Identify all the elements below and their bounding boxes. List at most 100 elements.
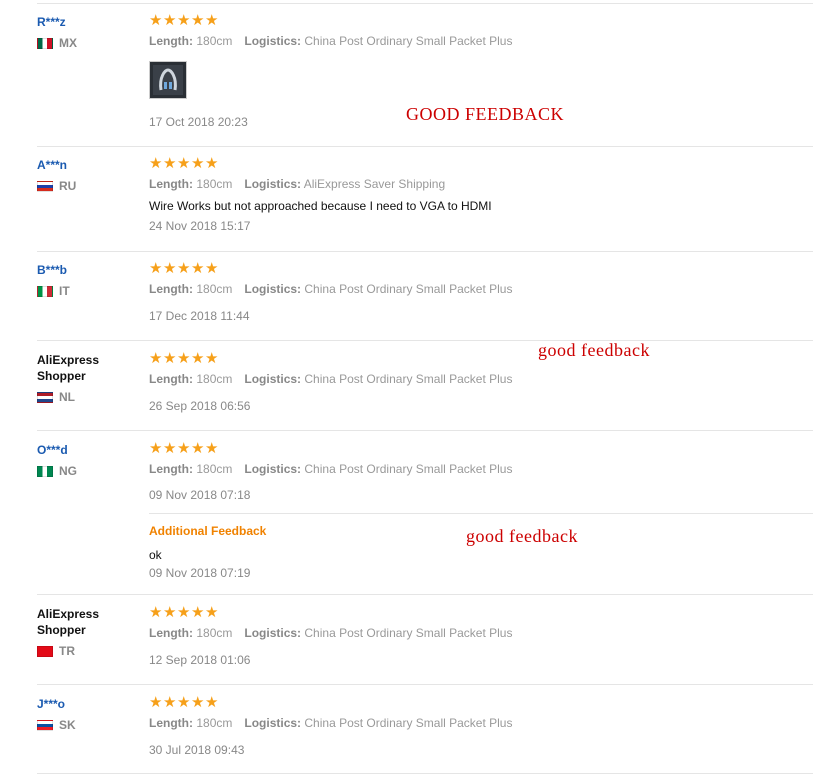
length-value: 180cm: [196, 462, 233, 476]
star-icon: ★: [191, 12, 205, 29]
length-label: Length:: [149, 462, 193, 476]
star-icon: ★: [149, 604, 163, 621]
cable-icon: [153, 65, 183, 95]
review-date: 26 Sep 2018 06:56: [149, 399, 251, 413]
length-value: 180cm: [196, 372, 233, 386]
length-label: Length:: [149, 716, 193, 730]
logistics-label: Logistics:: [244, 177, 302, 191]
star-icon: ★: [205, 694, 219, 711]
star-icon: ★: [205, 12, 219, 29]
logistics-label: Logistics:: [244, 462, 302, 476]
review-content: ★ ★ ★ ★ ★ Length: 180cm Logistics: AliExpress…: [149, 155, 809, 233]
length-value: 180cm: [196, 626, 233, 640]
reviewer-name[interactable]: B***b: [37, 262, 137, 278]
country-code: RU: [59, 179, 77, 193]
review-item: B***b IT ★ ★ ★ ★ ★ Length: 180cm Logistics: C…: [37, 260, 813, 341]
length-label: Length:: [149, 372, 193, 386]
review-content: ★ ★ ★ ★ ★ Length: 180cm Logistics: China Post…: [149, 350, 809, 413]
nigeria-flag-icon: [37, 465, 53, 477]
russia-flag-icon: [37, 180, 53, 192]
reviewer-country: MX: [37, 36, 137, 50]
star-icon: ★: [177, 604, 191, 621]
star-icon: ★: [149, 694, 163, 711]
reviewer-country: NG: [37, 464, 137, 478]
reviewer-country: SK: [37, 718, 137, 732]
review-date: 17 Dec 2018 11:44: [149, 309, 250, 323]
review-item: AliExpress Shopper NL ★ ★ ★ ★ ★ Length: 180c…: [37, 350, 813, 431]
star-icon: ★: [163, 12, 177, 29]
reviewer-name[interactable]: J***o: [37, 696, 137, 712]
review-content: ★ ★ ★ ★ ★ Length: 180cm Logistics: China Post…: [149, 440, 809, 502]
logistics-value: China Post Ordinary Small Packet Plus: [304, 282, 513, 296]
review-meta: Length: 180cm Logistics: China Post Ordin…: [149, 626, 809, 640]
star-icon: ★: [149, 155, 163, 172]
star-icon: ★: [163, 350, 177, 367]
star-rating: ★ ★ ★ ★ ★: [149, 260, 809, 277]
length-label: Length:: [149, 282, 193, 296]
review-date: 12 Sep 2018 01:06: [149, 653, 251, 667]
logistics-value: China Post Ordinary Small Packet Plus: [304, 716, 513, 730]
additional-comment: ok: [149, 548, 162, 562]
reviewer-info: AliExpress Shopper NL: [37, 352, 137, 404]
length-value: 180cm: [196, 34, 233, 48]
length-value: 180cm: [196, 282, 233, 296]
annotation-text: good feedback: [466, 526, 578, 546]
star-icon: ★: [191, 604, 205, 621]
reviewer-country: TR: [37, 644, 137, 658]
country-code: NG: [59, 464, 77, 478]
length-value: 180cm: [196, 177, 233, 191]
review-meta: Length: 180cm Logistics: China Post Ordin…: [149, 372, 809, 386]
star-icon: ★: [163, 604, 177, 621]
star-rating: ★ ★ ★ ★ ★: [149, 694, 809, 711]
star-icon: ★: [149, 12, 163, 29]
star-icon: ★: [191, 260, 205, 277]
reviewer-country: NL: [37, 390, 137, 404]
star-icon: ★: [177, 260, 191, 277]
logistics-value: China Post Ordinary Small Packet Plus: [304, 372, 513, 386]
star-icon: ★: [149, 350, 163, 367]
logistics-label: Logistics:: [244, 372, 302, 386]
star-icon: ★: [205, 350, 219, 367]
length-label: Length:: [149, 34, 193, 48]
star-icon: ★: [205, 155, 219, 172]
star-icon: ★: [191, 694, 205, 711]
review-meta: Length: 180cm Logistics: China Post Ordin…: [149, 34, 809, 48]
star-rating: ★ ★ ★ ★ ★: [149, 604, 809, 621]
review-date: 09 Nov 2018 07:18: [149, 488, 251, 502]
reviewer-name[interactable]: O***d: [37, 442, 137, 458]
star-icon: ★: [205, 604, 219, 621]
review-meta: Length: 180cm Logistics: China Post Ordin…: [149, 282, 809, 296]
star-icon: ★: [177, 440, 191, 457]
logistics-value: China Post Ordinary Small Packet Plus: [304, 626, 513, 640]
star-icon: ★: [191, 350, 205, 367]
review-comment: Wire Works but not approached because I …: [149, 199, 492, 213]
annotation-text: GOOD FEEDBACK: [406, 104, 565, 124]
reviewer-info: O***d NG: [37, 442, 137, 478]
review-date: 30 Jul 2018 09:43: [149, 743, 245, 757]
star-icon: ★: [149, 260, 163, 277]
review-meta: Length: 180cm Logistics: AliExpress Saver…: [149, 177, 809, 191]
star-icon: ★: [163, 155, 177, 172]
length-value: 180cm: [196, 716, 233, 730]
additional-date: 09 Nov 2018 07:19: [149, 566, 251, 580]
annotation-text: good feedback: [538, 340, 650, 360]
country-code: MX: [59, 36, 77, 50]
logistics-label: Logistics:: [244, 626, 302, 640]
reviewer-country: RU: [37, 179, 137, 193]
star-icon: ★: [177, 694, 191, 711]
cable-photo-thumbnail[interactable]: [149, 61, 187, 99]
country-code: IT: [59, 284, 70, 298]
country-code: SK: [59, 718, 76, 732]
reviewer-name[interactable]: A***n: [37, 157, 137, 173]
logistics-label: Logistics:: [244, 716, 302, 730]
review-meta: Length: 180cm Logistics: China Post Ordin…: [149, 716, 809, 730]
reviewer-info: AliExpress Shopper TR: [37, 606, 137, 658]
star-icon: ★: [205, 260, 219, 277]
reviewer-name[interactable]: R***z: [37, 14, 137, 30]
star-rating: ★ ★ ★ ★ ★: [149, 155, 809, 172]
star-icon: ★: [163, 260, 177, 277]
review-item: O***d NG ★ ★ ★ ★ ★ Length: 180cm Logistics: C…: [37, 440, 813, 595]
star-icon: ★: [163, 440, 177, 457]
reviewer-name: AliExpress Shopper: [37, 353, 100, 383]
logistics-value: China Post Ordinary Small Packet Plus: [304, 462, 513, 476]
